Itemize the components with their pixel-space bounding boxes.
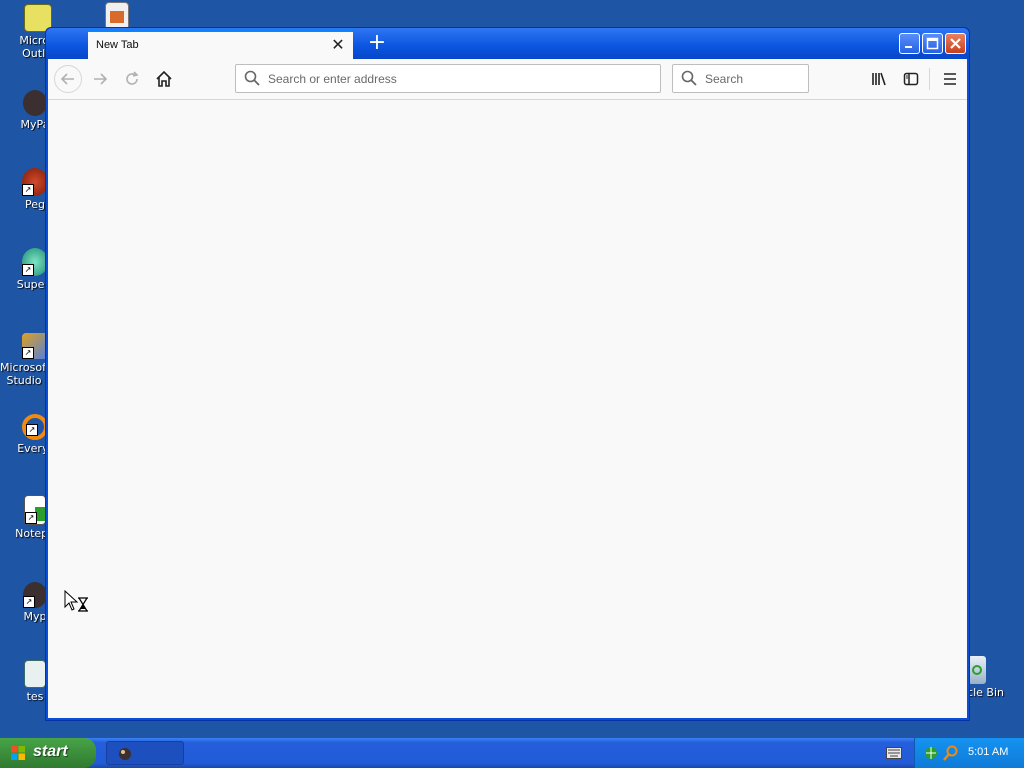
desktop-icon-label: Microsoft Studio (0, 361, 48, 387)
shortcut-arrow-icon: ↗ (23, 596, 35, 608)
search-icon (681, 70, 697, 86)
title-bar[interactable]: New Tab ✕ + (46, 28, 969, 60)
close-icon (950, 38, 961, 49)
home-button[interactable] (150, 65, 178, 93)
keyboard-icon[interactable] (886, 747, 902, 759)
windows-logo-icon (11, 746, 25, 760)
search-placeholder: Search (705, 72, 744, 86)
script-icon (24, 660, 46, 688)
address-placeholder: Search or enter address (268, 72, 397, 86)
taskbar-item-browser[interactable] (106, 741, 184, 765)
close-window-button[interactable] (945, 33, 966, 54)
shortcut-arrow-icon: ↗ (22, 264, 34, 276)
shortcut-arrow-icon: ↗ (22, 184, 34, 196)
toolbar-separator (929, 68, 930, 90)
menu-button[interactable] (936, 65, 964, 93)
shortcut-arrow-icon: ↗ (22, 347, 34, 359)
start-label: start (33, 743, 68, 760)
search-tray-icon[interactable] (943, 745, 959, 761)
maximize-button[interactable] (922, 33, 943, 54)
people-icon: ↗ (23, 582, 47, 608)
busy-cursor-icon (64, 590, 88, 612)
network-icon[interactable] (923, 745, 939, 761)
arrow-right-icon (94, 73, 108, 85)
system-tray: 5:01 AM (914, 738, 1024, 768)
recycle-bin-icon (968, 656, 986, 684)
back-button[interactable] (54, 65, 82, 93)
hamburger-menu-icon (944, 73, 956, 85)
start-button[interactable]: start (0, 738, 96, 768)
file-icon (105, 2, 129, 30)
taskbar: start 5:01 AM (0, 738, 1024, 768)
maximize-icon (926, 37, 939, 50)
app-icon (119, 748, 131, 760)
library-icon (872, 72, 886, 86)
shortcut-arrow-icon: ↗ (26, 424, 38, 436)
notepad-icon: ↗ (24, 495, 46, 525)
reload-icon (126, 71, 139, 85)
minimize-icon (905, 46, 912, 48)
tab-title: New Tab (96, 39, 139, 51)
reload-button[interactable] (118, 65, 146, 93)
library-button[interactable] (865, 65, 893, 93)
clock[interactable]: 5:01 AM (968, 746, 1008, 758)
tab-new-tab[interactable]: New Tab ✕ (88, 30, 353, 60)
sidebar-icon (903, 72, 919, 86)
new-tab-button[interactable]: + (364, 31, 390, 57)
arrow-left-icon (60, 73, 74, 85)
shortcut-arrow-icon: ↗ (25, 512, 37, 524)
browser-window: New Tab ✕ + Search or enter address Sear… (45, 27, 970, 721)
navigation-toolbar: Search or enter address Search (48, 59, 967, 100)
forward-button[interactable] (86, 65, 114, 93)
sidebar-toggle-button[interactable] (897, 65, 925, 93)
close-tab-icon[interactable]: ✕ (329, 36, 347, 54)
people-icon (23, 90, 47, 116)
address-bar[interactable]: Search or enter address (235, 64, 661, 93)
search-bar[interactable]: Search (672, 64, 809, 93)
minimize-button[interactable] (899, 33, 920, 54)
home-icon (156, 70, 172, 87)
page-content[interactable] (48, 100, 967, 718)
search-icon (244, 70, 260, 86)
